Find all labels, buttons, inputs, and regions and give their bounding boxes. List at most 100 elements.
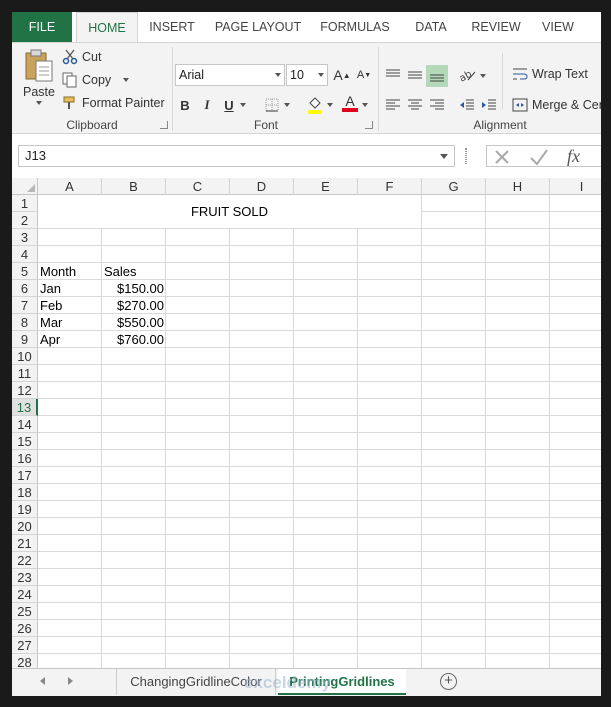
tab-data[interactable]: DATA	[408, 12, 454, 42]
row-header-4[interactable]: 4	[12, 246, 38, 263]
align-left-button[interactable]	[383, 95, 403, 115]
tab-review[interactable]: REVIEW	[468, 12, 524, 42]
row-header-26[interactable]: 26	[12, 620, 38, 637]
tab-page-layout[interactable]: PAGE LAYOUT	[212, 12, 304, 42]
clipboard-launcher-icon[interactable]	[160, 121, 168, 129]
row-header-14[interactable]: 14	[12, 416, 38, 433]
cell-b5-header-sales[interactable]: Sales	[102, 263, 166, 280]
column-header-f[interactable]: F	[358, 178, 422, 195]
italic-button[interactable]: I	[197, 95, 217, 115]
borders-button[interactable]	[262, 95, 282, 115]
top-align-button[interactable]	[383, 65, 403, 85]
add-sheet-icon[interactable]: +	[440, 673, 457, 690]
chevron-down-icon[interactable]	[362, 103, 368, 107]
row-header-11[interactable]: 11	[12, 365, 38, 382]
fill-color-button[interactable]	[305, 95, 325, 115]
font-size-dropdown[interactable]: 10	[286, 64, 328, 86]
chevron-down-icon[interactable]	[480, 74, 486, 78]
row-header-28[interactable]: 28	[12, 654, 38, 668]
insert-function-icon[interactable]: fx	[567, 146, 580, 167]
row-header-3[interactable]: 3	[12, 229, 38, 246]
cell-month[interactable]: Feb	[38, 297, 102, 314]
grow-font-button[interactable]: A ▲	[332, 65, 352, 85]
cell-month[interactable]: Mar	[38, 314, 102, 331]
row-header-6[interactable]: 6	[12, 280, 38, 297]
row-header-25[interactable]: 25	[12, 603, 38, 620]
tab-file[interactable]: FILE	[12, 12, 72, 42]
font-launcher-icon[interactable]	[365, 121, 373, 129]
row-header-27[interactable]: 27	[12, 637, 38, 654]
spreadsheet-grid[interactable]: A B C D E F G H I 1 2 3 4 5 6 7 8 9 10 11 12 13 14 15 16 17 18 19 20…	[12, 178, 601, 668]
next-sheet-icon[interactable]	[68, 677, 73, 685]
orientation-button[interactable]: ab	[457, 65, 477, 85]
column-header-a[interactable]: A	[38, 178, 102, 195]
column-header-c[interactable]: C	[166, 178, 230, 195]
row-header-24[interactable]: 24	[12, 586, 38, 603]
paste-button[interactable]: Paste	[20, 49, 58, 105]
row-header-12[interactable]: 12	[12, 382, 38, 399]
chevron-down-icon[interactable]	[240, 103, 246, 107]
row-header-16[interactable]: 16	[12, 450, 38, 467]
sheet-title-cell[interactable]: FRUIT SOLD	[38, 195, 422, 229]
column-header-e[interactable]: E	[294, 178, 358, 195]
bold-button[interactable]: B	[175, 95, 195, 115]
chevron-down-icon[interactable]	[284, 103, 290, 107]
format-painter-button[interactable]: Format Painter	[62, 95, 165, 111]
row-header-18[interactable]: 18	[12, 484, 38, 501]
cell-sales[interactable]: $270.00	[102, 297, 166, 314]
cell-a5-header-month[interactable]: Month	[38, 263, 102, 280]
row-header-2[interactable]: 2	[12, 212, 38, 229]
drag-handle-icon[interactable]	[465, 148, 467, 164]
row-header-15[interactable]: 15	[12, 433, 38, 450]
row-header-8[interactable]: 8	[12, 314, 38, 331]
tab-insert[interactable]: INSERT	[144, 12, 200, 42]
underline-button[interactable]: U	[219, 95, 239, 115]
row-header-19[interactable]: 19	[12, 501, 38, 518]
row-header-22[interactable]: 22	[12, 552, 38, 569]
middle-align-button[interactable]	[405, 65, 425, 85]
cell-month[interactable]: Jan	[38, 280, 102, 297]
tab-formulas[interactable]: FORMULAS	[318, 12, 392, 42]
cell-month[interactable]: Apr	[38, 331, 102, 348]
align-center-button[interactable]	[405, 95, 425, 115]
column-header-d[interactable]: D	[230, 178, 294, 195]
row-header-9[interactable]: 9	[12, 331, 38, 348]
row-header-20[interactable]: 20	[12, 518, 38, 535]
wrap-text-button[interactable]: Wrap Text	[512, 67, 588, 81]
formula-input[interactable]: fx	[486, 145, 601, 167]
font-name-dropdown[interactable]: Arial	[175, 64, 285, 86]
bottom-align-button[interactable]	[426, 65, 448, 87]
column-header-h[interactable]: H	[486, 178, 550, 195]
row-header-10[interactable]: 10	[12, 348, 38, 365]
row-header-7[interactable]: 7	[12, 297, 38, 314]
merge-center-button[interactable]: Merge & Center	[512, 98, 601, 112]
cell-sales[interactable]: $550.00	[102, 314, 166, 331]
prev-sheet-icon[interactable]	[40, 677, 45, 685]
cell-sales[interactable]: $760.00	[102, 331, 166, 348]
row-header-13[interactable]: 13	[12, 399, 38, 416]
row-header-1[interactable]: 1	[12, 195, 38, 212]
shrink-font-button[interactable]: A ▼	[354, 65, 374, 85]
select-all-corner[interactable]	[12, 178, 38, 195]
row-header-21[interactable]: 21	[12, 535, 38, 552]
column-header-i[interactable]: I	[550, 178, 601, 195]
font-color-button[interactable]: A	[340, 93, 360, 113]
decrease-indent-button[interactable]	[457, 95, 477, 115]
row-header-17[interactable]: 17	[12, 467, 38, 484]
increase-indent-button[interactable]	[479, 95, 499, 115]
tab-home[interactable]: HOME	[76, 12, 138, 43]
checkmark-icon[interactable]	[529, 148, 549, 166]
column-header-g[interactable]: G	[422, 178, 486, 195]
cut-button[interactable]: Cut	[62, 49, 101, 65]
name-box[interactable]: J13	[18, 145, 455, 167]
cell-sales[interactable]: $150.00	[102, 280, 166, 297]
row-header-5[interactable]: 5	[12, 263, 38, 280]
copy-button[interactable]: Copy	[62, 72, 130, 88]
tab-view[interactable]: VIEW	[538, 12, 578, 42]
chevron-down-icon[interactable]	[440, 154, 448, 159]
chevron-down-icon[interactable]	[327, 103, 333, 107]
row-header-23[interactable]: 23	[12, 569, 38, 586]
align-right-button[interactable]	[427, 95, 447, 115]
cancel-icon[interactable]	[493, 148, 511, 166]
column-header-b[interactable]: B	[102, 178, 166, 195]
